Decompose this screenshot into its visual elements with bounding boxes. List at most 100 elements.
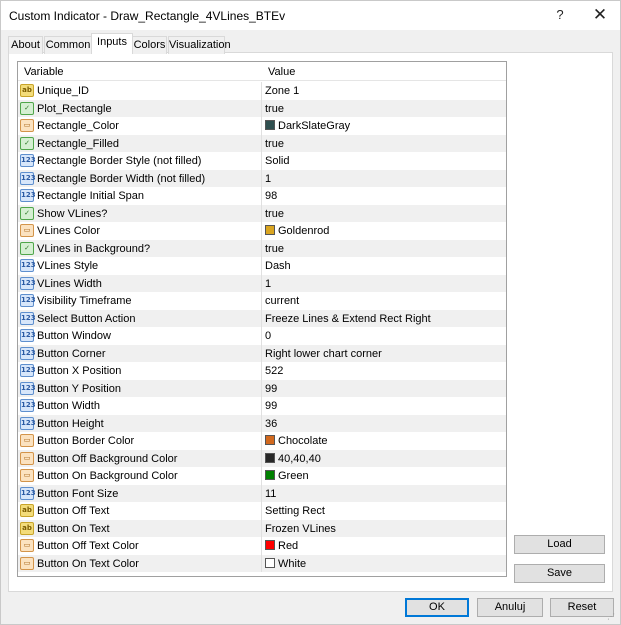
- table-row[interactable]: ab Button On Text Frozen VLines: [18, 519, 506, 537]
- bool-icon: ✓: [20, 136, 34, 150]
- table-row[interactable]: ab Button Off Text Setting Rect: [18, 502, 506, 520]
- table-row[interactable]: ▭ Button Off Background Color 40,40,40: [18, 449, 506, 467]
- variable-value[interactable]: true: [265, 208, 284, 220]
- table-row[interactable]: 123 Button Window 0: [18, 327, 506, 345]
- variable-value[interactable]: DarkSlateGray: [265, 120, 350, 132]
- tab-inputs[interactable]: Inputs: [91, 33, 133, 54]
- color-swatch: [265, 452, 275, 463]
- column-divider: [261, 502, 262, 520]
- variable-value[interactable]: White: [265, 557, 306, 570]
- variable-value[interactable]: Right lower chart corner: [265, 348, 382, 360]
- number-icon: 123: [20, 259, 36, 272]
- variable-value[interactable]: Red: [265, 540, 298, 552]
- column-divider: [261, 117, 262, 135]
- variable-value[interactable]: current: [265, 295, 299, 307]
- inputs-grid[interactable]: Variable Value ab Unique_ID Zone 1 ✓ Plot_Re…: [17, 61, 507, 577]
- variable-value-text: Frozen VLines: [265, 522, 336, 535]
- table-row[interactable]: 123 Rectangle Initial Span 98: [18, 187, 506, 205]
- reset-button[interactable]: Reset: [550, 598, 614, 617]
- variable-name: Rectangle_Color: [37, 120, 119, 132]
- variable-value[interactable]: 1: [265, 278, 271, 290]
- variable-value[interactable]: true: [265, 138, 284, 150]
- table-row[interactable]: 123 Button X Position 522: [18, 362, 506, 380]
- variable-value[interactable]: Chocolate: [265, 435, 328, 447]
- variable-value[interactable]: true: [265, 243, 284, 255]
- column-header-value[interactable]: Value: [268, 66, 295, 78]
- variable-value[interactable]: Frozen VLines: [265, 523, 336, 535]
- table-row[interactable]: 123 Button Height 36: [18, 414, 506, 432]
- variable-value[interactable]: 0: [265, 330, 271, 342]
- table-row[interactable]: ▭ Button Border Color Chocolate: [18, 432, 506, 450]
- table-row[interactable]: 123 Button Width 99: [18, 397, 506, 415]
- table-row[interactable]: ✓ Rectangle_Filled true: [18, 134, 506, 152]
- table-row[interactable]: 123 Button Corner Right lower chart corner: [18, 344, 506, 362]
- table-row[interactable]: ab Unique_ID Zone 1: [18, 82, 506, 100]
- variable-value[interactable]: 11: [265, 488, 276, 500]
- table-row[interactable]: 123 Button Font Size 11: [18, 484, 506, 502]
- column-divider: [261, 327, 262, 345]
- tab-common[interactable]: Common: [44, 36, 92, 54]
- table-row[interactable]: 123 Select Button Action Freeze Lines & Ex…: [18, 309, 506, 327]
- variable-value-text: 11: [265, 487, 277, 500]
- number-icon: 123: [20, 311, 36, 325]
- variable-value[interactable]: 99: [265, 400, 277, 412]
- variable-value-text: 36: [265, 417, 278, 430]
- load-button[interactable]: Load: [514, 535, 605, 554]
- variable-value-text: true: [265, 137, 284, 150]
- table-row[interactable]: 123 VLines Width 1: [18, 274, 506, 292]
- variable-name: VLines in Background?: [37, 242, 151, 255]
- cancel-button[interactable]: Anuluj: [477, 598, 543, 617]
- variable-value[interactable]: 522: [265, 365, 283, 377]
- table-row[interactable]: ✓ VLines in Background? true: [18, 239, 506, 257]
- grid-header: Variable Value: [18, 62, 506, 81]
- variable-value[interactable]: Zone 1: [265, 85, 299, 97]
- table-row[interactable]: ▭ Rectangle_Color DarkSlateGray: [18, 117, 506, 135]
- table-row[interactable]: 123 Button Y Position 99: [18, 379, 506, 397]
- table-row[interactable]: 123 VLines Style Dash: [18, 257, 506, 275]
- tab-about[interactable]: About: [8, 36, 43, 54]
- table-row[interactable]: 123 Rectangle Border Style (not filled) So…: [18, 152, 506, 170]
- variable-name: Button Border Color: [37, 435, 135, 447]
- title-bar: Custom Indicator - Draw_Rectangle_4VLine…: [0, 0, 621, 30]
- variable-value[interactable]: Solid: [265, 155, 289, 167]
- column-divider: [261, 187, 262, 205]
- ok-button[interactable]: OK: [405, 598, 469, 617]
- variable-value-text: 1: [265, 172, 272, 185]
- table-row[interactable]: ✓ Plot_Rectangle true: [18, 99, 506, 117]
- variable-value[interactable]: true: [265, 103, 284, 115]
- table-row[interactable]: 123 Rectangle Border Width (not filled) 1: [18, 169, 506, 187]
- column-divider: [261, 134, 262, 152]
- table-row[interactable]: ✓ Show VLines? true: [18, 204, 506, 222]
- column-divider: [261, 537, 262, 555]
- string-icon: ab: [20, 521, 34, 535]
- table-row[interactable]: ▭ Button On Background Color Green: [18, 467, 506, 485]
- variable-value[interactable]: Setting Rect: [265, 505, 325, 517]
- column-divider: [261, 292, 262, 310]
- column-header-variable[interactable]: Variable: [24, 66, 64, 78]
- variable-value[interactable]: 40,40,40: [265, 452, 321, 465]
- variable-value[interactable]: 99: [265, 383, 277, 395]
- variable-value[interactable]: Goldenrod: [265, 225, 329, 237]
- tab-colors[interactable]: Colors: [132, 36, 167, 54]
- variable-value-text: 98: [265, 190, 278, 202]
- variable-value-text: 1: [265, 277, 272, 290]
- variable-value[interactable]: 1: [265, 173, 271, 185]
- variable-value[interactable]: 36: [265, 418, 277, 430]
- resize-grip-icon[interactable]: ⋰: [607, 612, 617, 622]
- table-row[interactable]: ▭ VLines Color Goldenrod: [18, 222, 506, 240]
- variable-value[interactable]: Green: [265, 470, 309, 482]
- save-button[interactable]: Save: [514, 564, 605, 583]
- variable-value[interactable]: Dash: [265, 260, 291, 272]
- table-row[interactable]: ▭ Button Off Text Color Red: [18, 537, 506, 555]
- variable-value[interactable]: 98: [265, 190, 277, 202]
- number-icon: 123: [20, 364, 36, 377]
- variable-value-text: Freeze Lines & Extend Rect Right: [265, 312, 431, 325]
- tab-visualization[interactable]: Visualization: [168, 36, 231, 54]
- table-row[interactable]: ▭ Button On Text Color White: [18, 554, 506, 572]
- variable-value[interactable]: Freeze Lines & Extend Rect Right: [265, 313, 431, 325]
- close-button[interactable]: ✕: [577, 1, 621, 31]
- table-row[interactable]: 123 Visibility Timeframe current: [18, 292, 506, 310]
- variable-name: Button Off Text: [37, 505, 110, 517]
- color-icon: ▭: [20, 119, 34, 132]
- number-icon: 123: [20, 329, 36, 342]
